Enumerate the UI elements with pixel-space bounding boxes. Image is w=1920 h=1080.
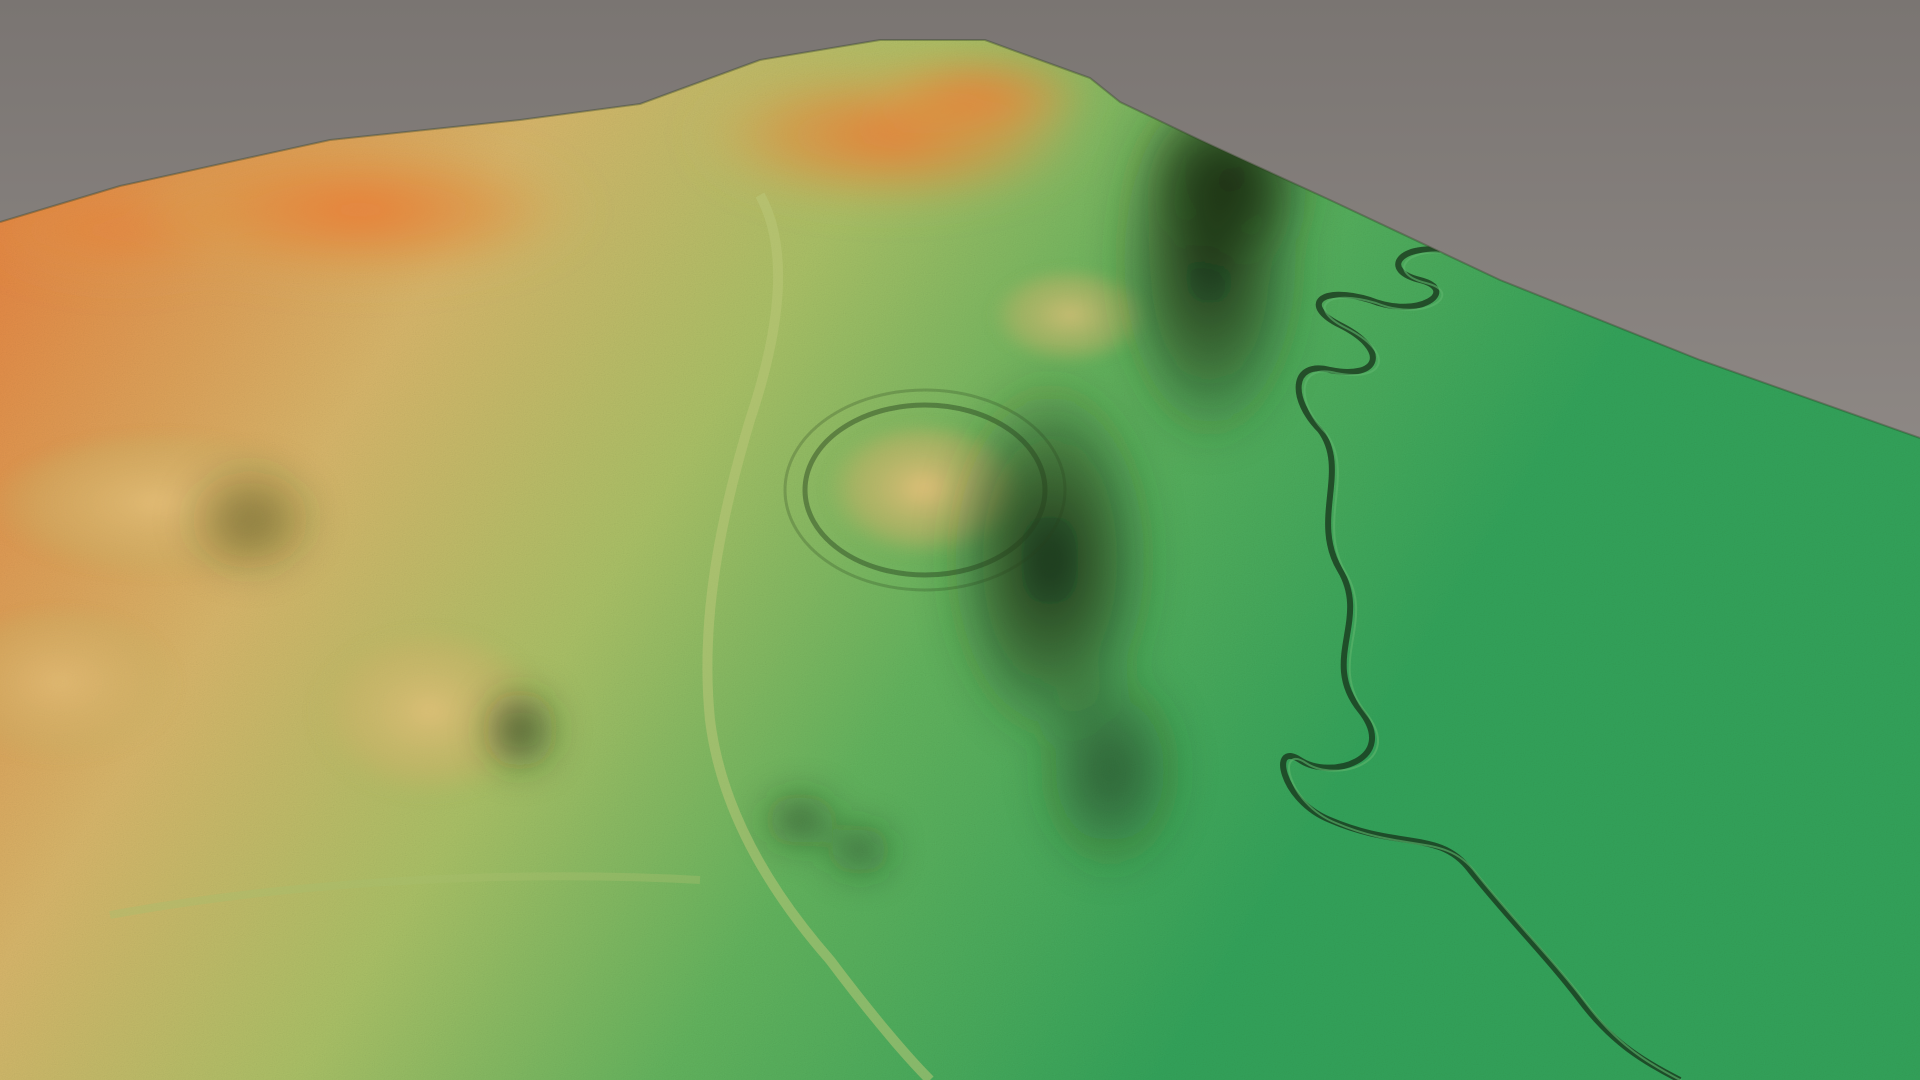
terrain-heightmap-render: [0, 39, 1920, 1080]
terrain-surface: [0, 40, 1920, 1080]
terrain-render-viewport: [0, 0, 1920, 1080]
